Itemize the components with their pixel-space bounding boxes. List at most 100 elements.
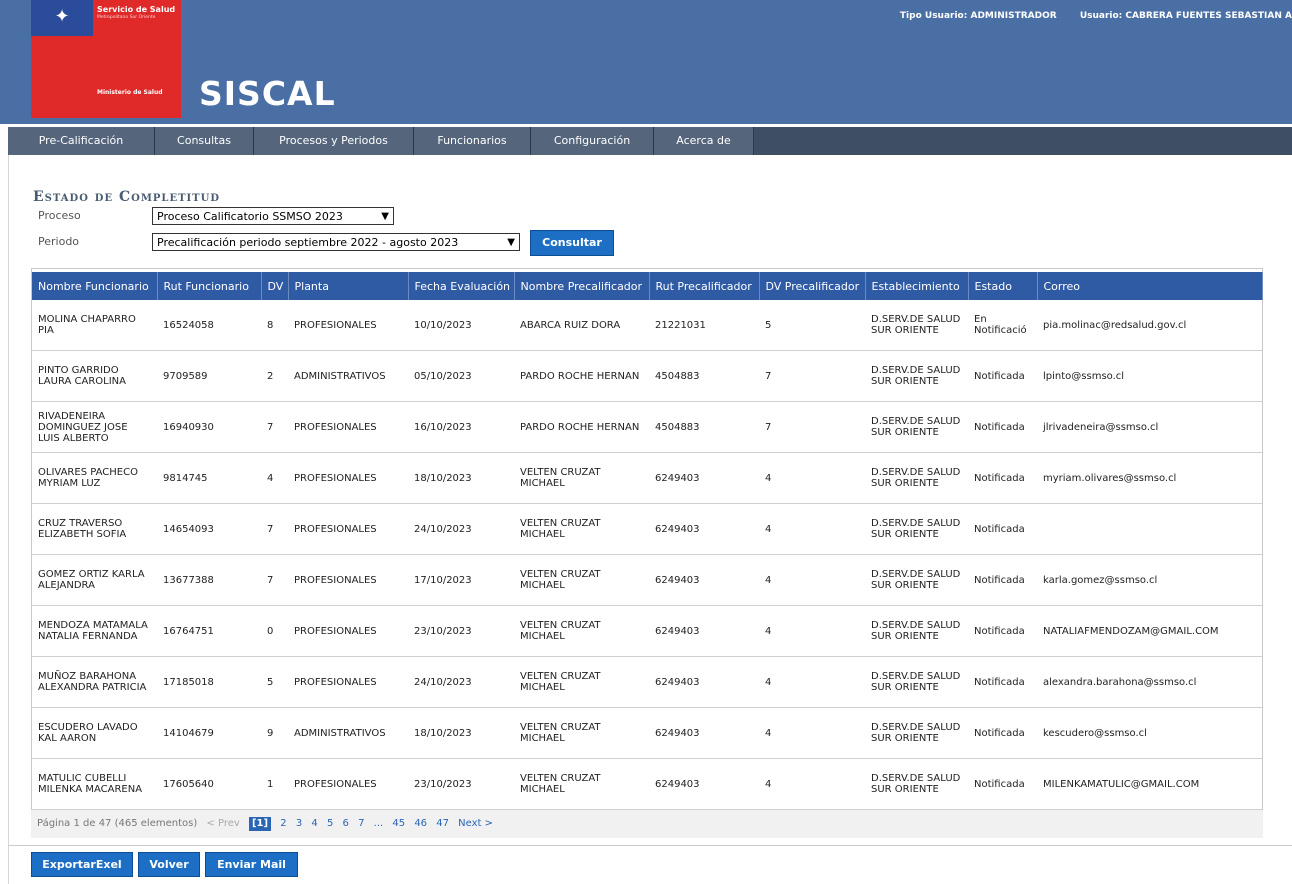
cell-dv-precalificador: 4 <box>759 503 865 555</box>
table-row[interactable]: MUÑOZ BARAHONA ALEXANDRA PATRICIA 171850… <box>32 656 1262 708</box>
cell-rut-precalificador: 6249403 <box>649 605 759 657</box>
nav-funcionarios[interactable]: Funcionarios <box>414 127 531 155</box>
volver-button[interactable]: Volver <box>138 852 200 877</box>
col-rut-funcionario[interactable]: Rut Funcionario <box>157 272 262 300</box>
cell-rut-precalificador: 4504883 <box>649 350 759 402</box>
col-planta[interactable]: Planta <box>288 272 409 300</box>
cell-fecha-evaluacion: 17/10/2023 <box>408 554 514 606</box>
col-dv-precalificador[interactable]: DV Precalificador <box>759 272 866 300</box>
cell-correo: myriam.olivares@ssmso.cl <box>1037 452 1262 504</box>
cell-rut-funcionario: 16940930 <box>157 401 261 453</box>
section-title: Estado de Completitud <box>33 189 221 205</box>
table-row[interactable]: PINTO GARRIDO LAURA CAROLINA 9709589 2 A… <box>32 350 1262 402</box>
consultar-button[interactable]: Consultar <box>530 230 614 256</box>
col-establecimiento[interactable]: Establecimiento <box>865 272 969 300</box>
table-row[interactable]: GOMEZ ORTIZ KARLA ALEJANDRA 13677388 7 P… <box>32 554 1262 606</box>
cell-dv-precalificador: 5 <box>759 300 865 351</box>
table-row[interactable]: MENDOZA MATAMALA NATALIA FERNANDA 167647… <box>32 605 1262 657</box>
main-nav: Pre-Calificación Consultas Procesos y Pe… <box>8 127 1292 155</box>
pager-page-link[interactable]: 5 <box>327 818 333 829</box>
pager-page-link[interactable]: 7 <box>358 818 364 829</box>
proceso-select[interactable]: Proceso Calificatorio SSMSO 2023 ▼ <box>152 207 394 225</box>
cell-correo: MILENKAMATULIC@GMAIL.COM <box>1037 758 1262 810</box>
logo-service-region: Metropolitano Sur Oriente <box>97 15 156 20</box>
pager-page-link[interactable]: 46 <box>414 818 427 829</box>
nav-acerca-de[interactable]: Acerca de <box>654 127 754 155</box>
cell-nombre-precalificador: ABARCA RUIZ DORA <box>514 300 649 351</box>
nav-configuracion[interactable]: Configuración <box>531 127 654 155</box>
table-row[interactable]: MOLINA CHAPARRO PIA 16524058 8 PROFESION… <box>32 300 1262 351</box>
cell-rut-funcionario: 9709589 <box>157 350 261 402</box>
col-nombre-funcionario[interactable]: Nombre Funcionario <box>32 272 158 300</box>
cell-fecha-evaluacion: 23/10/2023 <box>408 605 514 657</box>
col-nombre-precalificador[interactable]: Nombre Precalificador <box>514 272 650 300</box>
cell-rut-funcionario: 13677388 <box>157 554 261 606</box>
table-row[interactable]: MATULIC CUBELLI MILENKA MACARENA 1760564… <box>32 758 1262 810</box>
pager-page-link[interactable]: 6 <box>343 818 349 829</box>
cell-fecha-evaluacion: 23/10/2023 <box>408 758 514 810</box>
col-estado[interactable]: Estado <box>968 272 1038 300</box>
cell-estado: Notificada <box>968 758 1037 810</box>
cell-estado: Notificada <box>968 401 1037 453</box>
cell-nombre-precalificador: PARDO ROCHE HERNAN <box>514 401 649 453</box>
cell-rut-funcionario: 17605640 <box>157 758 261 810</box>
col-correo[interactable]: Correo <box>1037 272 1263 300</box>
cell-establecimiento: D.SERV.DE SALUD SUR ORIENTE <box>865 554 968 606</box>
cell-dv-precalificador: 4 <box>759 758 865 810</box>
cell-establecimiento: D.SERV.DE SALUD SUR ORIENTE <box>865 656 968 708</box>
cell-nombre-funcionario: ESCUDERO LAVADO KAL AARON <box>32 707 157 759</box>
pager-next[interactable]: Next > <box>458 818 493 829</box>
cell-planta: PROFESIONALES <box>288 605 408 657</box>
pager-page-link[interactable]: 45 <box>392 818 405 829</box>
footer-divider <box>8 845 1292 846</box>
enviar-mail-button[interactable]: Enviar Mail <box>205 852 298 877</box>
cell-establecimiento: D.SERV.DE SALUD SUR ORIENTE <box>865 605 968 657</box>
cell-estado: Notificada <box>968 350 1037 402</box>
table-header-row: Nombre Funcionario Rut Funcionario DV Pl… <box>32 272 1263 300</box>
logo-emblem-block: ✦ <box>31 0 93 36</box>
cell-dv-precalificador: 4 <box>759 656 865 708</box>
cell-planta: PROFESIONALES <box>288 554 408 606</box>
logo-ministry-name: Ministerio de Salud <box>97 89 163 96</box>
cell-estado: Notificada <box>968 605 1037 657</box>
pager-ellipsis[interactable]: ... <box>374 818 384 829</box>
cell-planta: PROFESIONALES <box>288 656 408 708</box>
cell-fecha-evaluacion: 18/10/2023 <box>408 452 514 504</box>
periodo-select[interactable]: Precalificación periodo septiembre 2022 … <box>152 233 520 251</box>
pager-page-link[interactable]: 2 <box>280 818 286 829</box>
cell-rut-precalificador: 6249403 <box>649 554 759 606</box>
cell-fecha-evaluacion: 05/10/2023 <box>408 350 514 402</box>
cell-rut-funcionario: 14654093 <box>157 503 261 555</box>
nav-pre-calificacion[interactable]: Pre-Calificación <box>8 127 155 155</box>
nav-procesos-periodos[interactable]: Procesos y Periodos <box>254 127 414 155</box>
pager-page-link[interactable]: 3 <box>296 818 302 829</box>
cell-dv: 4 <box>261 452 288 504</box>
pager-current-page: [1] <box>248 817 272 831</box>
cell-nombre-funcionario: MUÑOZ BARAHONA ALEXANDRA PATRICIA <box>32 656 157 708</box>
cell-rut-precalificador: 6249403 <box>649 707 759 759</box>
pager-prev[interactable]: < Prev <box>206 818 239 829</box>
table-row[interactable]: RIVADENEIRA DOMINGUEZ JOSE LUIS ALBERTO … <box>32 401 1262 453</box>
cell-fecha-evaluacion: 18/10/2023 <box>408 707 514 759</box>
cell-estado: Notificada <box>968 554 1037 606</box>
cell-rut-funcionario: 17185018 <box>157 656 261 708</box>
col-dv[interactable]: DV <box>261 272 289 300</box>
cell-dv: 7 <box>261 503 288 555</box>
cell-nombre-precalificador: VELTEN CRUZAT MICHAEL <box>514 452 649 504</box>
cell-correo: jlrivadeneira@ssmso.cl <box>1037 401 1262 453</box>
nav-consultas[interactable]: Consultas <box>155 127 254 155</box>
table-row[interactable]: OLIVARES PACHECO MYRIAM LUZ 9814745 4 PR… <box>32 452 1262 504</box>
pager-page-link[interactable]: 47 <box>436 818 449 829</box>
pager-page-link[interactable]: 4 <box>311 818 317 829</box>
cell-nombre-precalificador: VELTEN CRUZAT MICHAEL <box>514 554 649 606</box>
table-row[interactable]: CRUZ TRAVERSO ELIZABETH SOFIA 14654093 7… <box>32 503 1262 555</box>
col-rut-precalificador[interactable]: Rut Precalificador <box>649 272 760 300</box>
table-row[interactable]: ESCUDERO LAVADO KAL AARON 14104679 9 ADM… <box>32 707 1262 759</box>
exportar-excel-button[interactable]: ExportarExel <box>31 852 133 877</box>
cell-dv-precalificador: 4 <box>759 707 865 759</box>
col-fecha-evaluacion[interactable]: Fecha Evaluación <box>408 272 515 300</box>
user-name: Usuario: CABRERA FUENTES SEBASTIAN A <box>1079 11 1292 21</box>
cell-planta: PROFESIONALES <box>288 300 408 351</box>
cell-establecimiento: D.SERV.DE SALUD SUR ORIENTE <box>865 707 968 759</box>
cell-dv: 0 <box>261 605 288 657</box>
